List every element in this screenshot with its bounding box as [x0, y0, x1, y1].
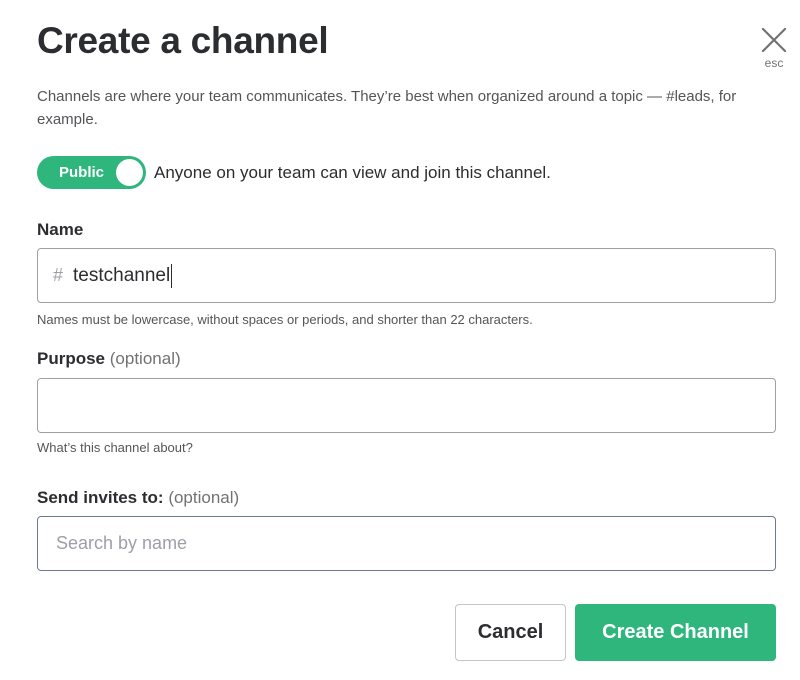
visibility-description: Anyone on your team can view and join th… — [154, 162, 551, 182]
hash-prefix: # — [53, 265, 64, 285]
purpose-input[interactable] — [37, 378, 776, 433]
purpose-label-text: Purpose — [37, 349, 106, 368]
dialog-description: Channels are where your team communicate… — [37, 88, 737, 128]
name-hint: Names must be lowercase, without spaces … — [37, 312, 533, 327]
purpose-hint: What’s this channel about? — [37, 440, 193, 455]
channel-name-input[interactable]: # testchannel — [37, 248, 776, 303]
invite-search-input[interactable] — [38, 533, 775, 554]
esc-hint: esc — [764, 56, 784, 70]
channel-name-value[interactable]: testchannel — [73, 265, 170, 287]
cancel-button[interactable]: Cancel — [455, 604, 566, 661]
text-caret — [171, 263, 173, 288]
name-label: Name — [37, 220, 83, 240]
invites-label: Send invites to: (optional) — [37, 488, 239, 508]
invites-label-text: Send invites to: — [37, 488, 164, 507]
toggle-label: Public — [59, 164, 105, 181]
create-channel-button[interactable]: Create Channel — [575, 604, 776, 661]
close-button[interactable]: esc — [757, 27, 791, 75]
public-toggle[interactable]: Public — [37, 156, 146, 189]
invites-input[interactable] — [37, 516, 776, 571]
dialog-title: Create a channel — [37, 20, 329, 61]
purpose-label: Purpose (optional) — [37, 349, 181, 369]
create-channel-dialog: Create a channel esc Channels are where … — [0, 0, 800, 680]
invites-optional: (optional) — [168, 488, 240, 507]
purpose-text-input[interactable] — [38, 395, 775, 416]
close-icon[interactable] — [761, 27, 787, 53]
purpose-optional: (optional) — [109, 349, 181, 368]
name-label-text: Name — [37, 220, 84, 239]
toggle-knob[interactable] — [116, 159, 143, 186]
visibility-row: Public Anyone on your team can view and … — [37, 156, 551, 189]
